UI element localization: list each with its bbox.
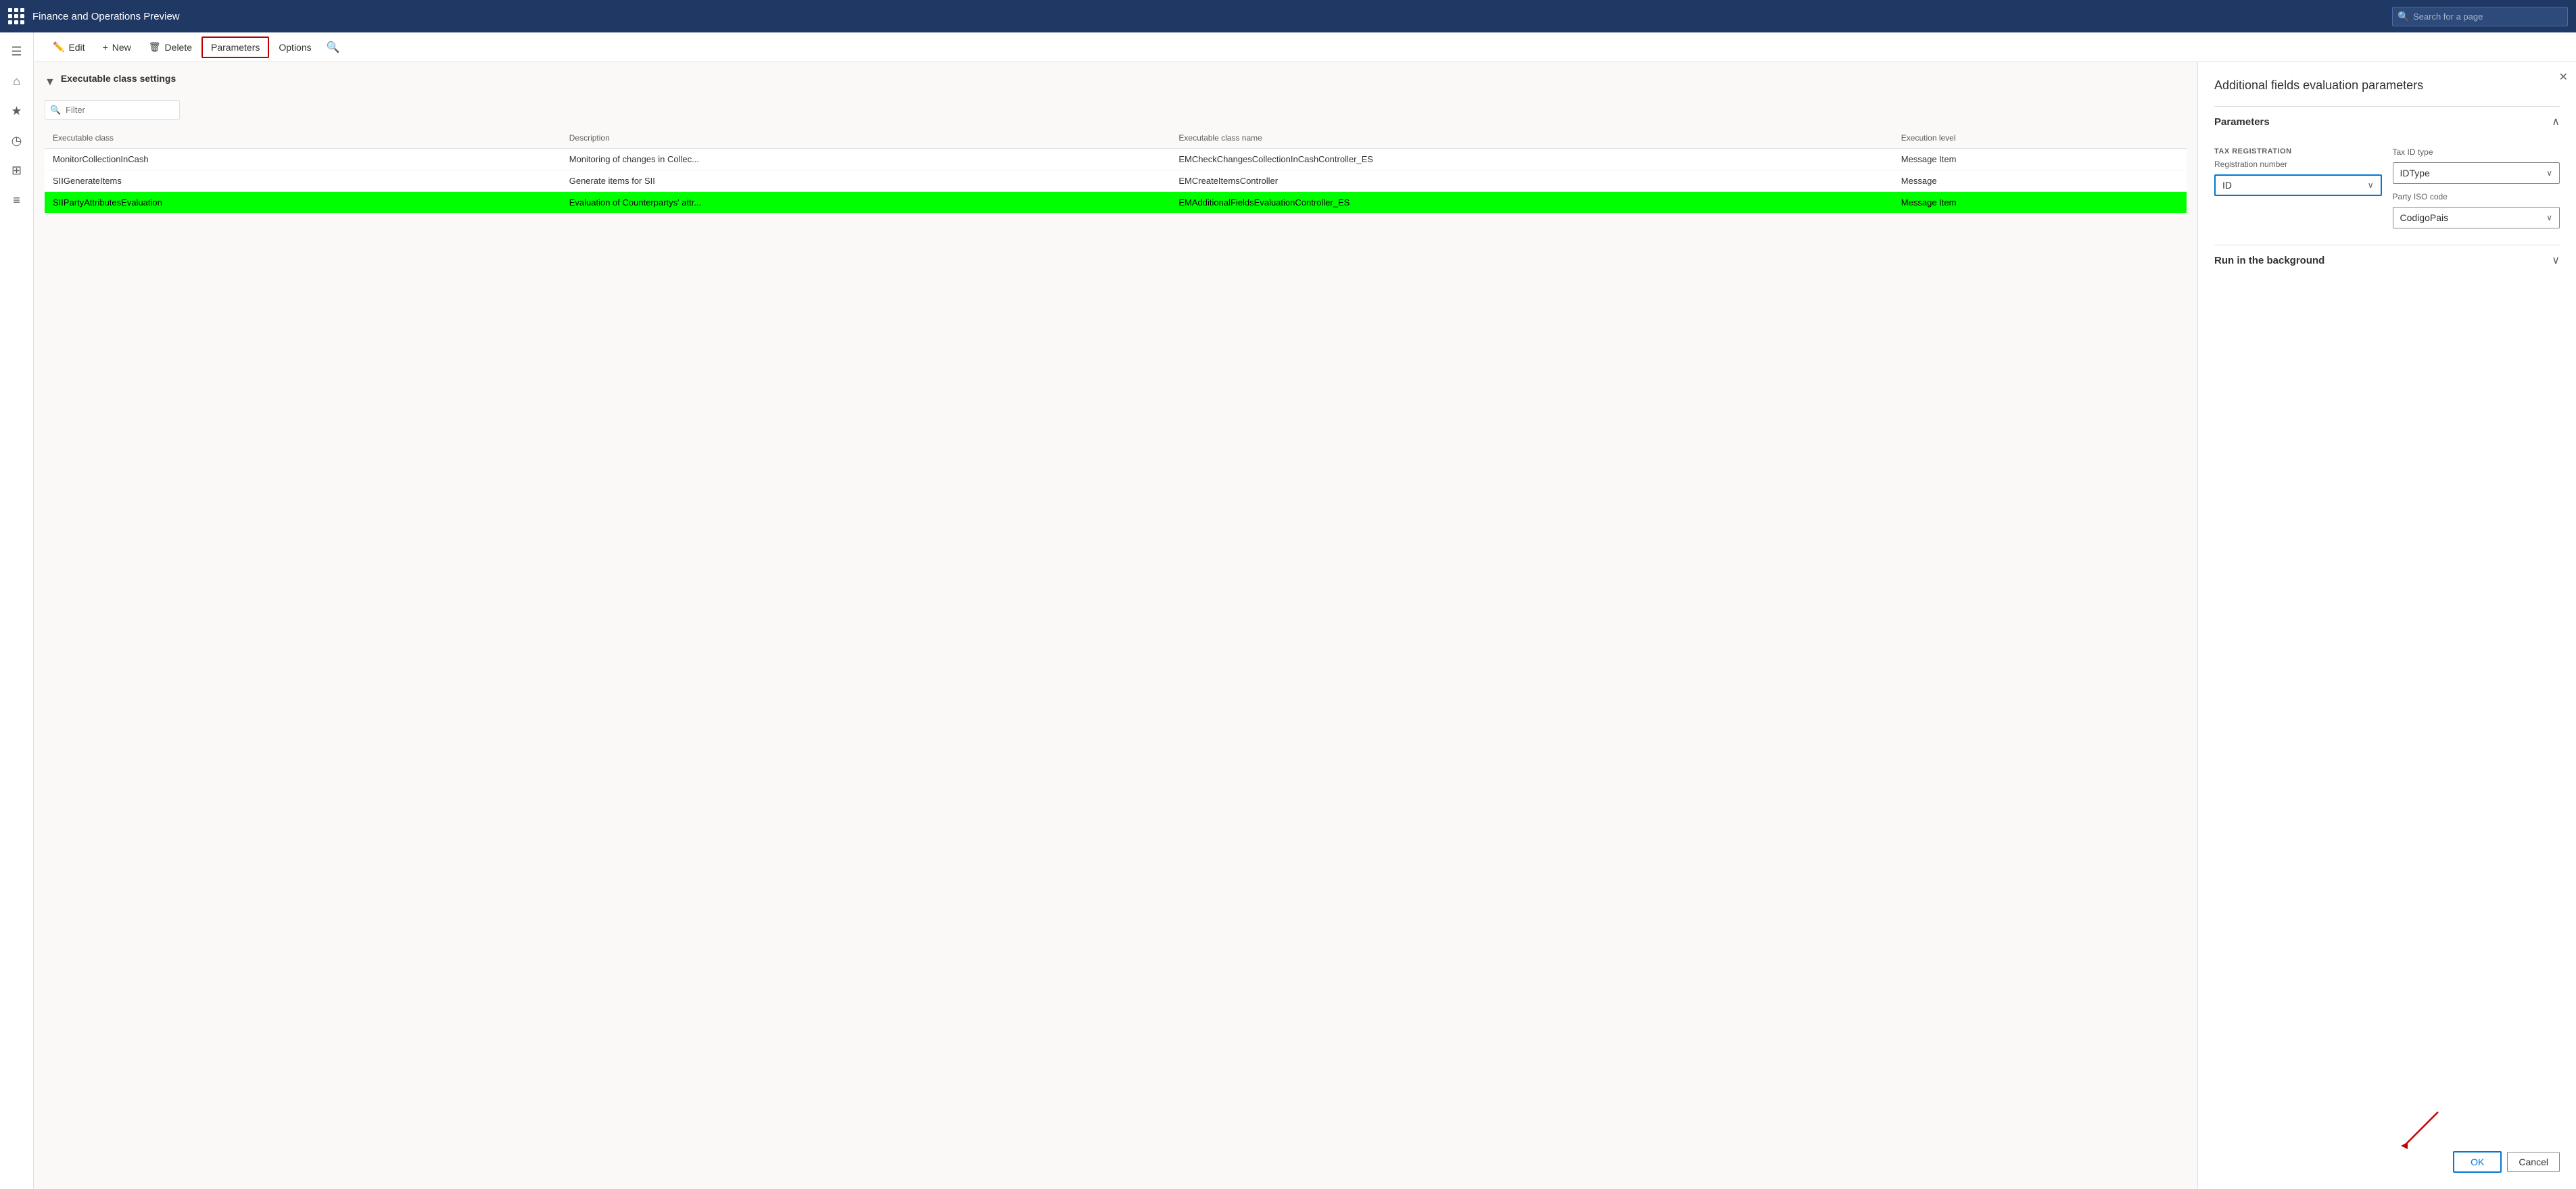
parameters-section-title: Parameters <box>2214 116 2270 128</box>
run-in-background-section[interactable]: Run in the background ∨ <box>2214 245 2560 275</box>
tax-id-type-select[interactable]: IDType ∨ <box>2393 162 2560 184</box>
filter-wrapper: 🔍 <box>45 100 180 120</box>
cancel-button[interactable]: Cancel <box>2507 1152 2560 1172</box>
cell-description: Generate items for SII <box>561 170 1171 192</box>
app-title: Finance and Operations Preview <box>32 11 2384 22</box>
sidebar-item-list[interactable]: ≡ <box>3 187 30 214</box>
tax-registration-label: TAX REGISTRATION <box>2214 147 2382 155</box>
tax-registration-group: TAX REGISTRATION Registration number ID … <box>2214 147 2382 228</box>
top-search-wrapper: 🔍 <box>2392 7 2568 26</box>
sidebar-item-favorites[interactable]: ★ <box>3 97 30 124</box>
tax-id-type-group: Tax ID type IDType ∨ <box>2393 147 2560 184</box>
delete-icon: 🗑 <box>149 41 161 53</box>
parameters-chevron-icon: ∧ <box>2552 115 2560 128</box>
run-background-title: Run in the background <box>2214 255 2324 266</box>
col-header-class: Executable class <box>45 128 561 149</box>
table-row[interactable]: SIIPartyAttributesEvaluationEvaluation o… <box>45 192 2187 214</box>
party-iso-code-group: Party ISO code CodigoPais ∨ <box>2393 192 2560 228</box>
tax-id-type-value: IDType <box>2400 168 2430 178</box>
arrow-annotation <box>2398 1112 2452 1152</box>
delete-button[interactable]: 🗑 Delete <box>141 37 200 57</box>
tax-id-type-label: Tax ID type <box>2393 147 2560 157</box>
new-button[interactable]: + New <box>95 38 139 57</box>
right-panel: ✕ Additional fields evaluation parameter… <box>2197 62 2576 1189</box>
filter-input[interactable] <box>45 100 180 120</box>
filter-search-icon: 🔍 <box>50 105 61 116</box>
edit-button[interactable]: ✏️ Edit <box>45 37 93 57</box>
parameters-section-header[interactable]: Parameters ∧ <box>2214 106 2560 137</box>
cell-execution-level: Message Item <box>1893 192 2187 214</box>
party-iso-code-label: Party ISO code <box>2393 192 2560 201</box>
close-button[interactable]: ✕ <box>2559 70 2568 84</box>
main-layout: ☰ ⌂ ★ ◷ ⊞ ≡ ✏️ Edit + New 🗑 Delete Param… <box>0 32 2576 1189</box>
party-iso-code-arrow: ∨ <box>2546 213 2552 222</box>
cell-executable-class: SIIGenerateItems <box>45 170 561 192</box>
dialog-footer: OK Cancel <box>2214 1140 2560 1173</box>
cell-execution-level: Message <box>1893 170 2187 192</box>
parameters-button[interactable]: Parameters <box>201 37 269 58</box>
table-row[interactable]: SIIGenerateItemsGenerate items for SIIEM… <box>45 170 2187 192</box>
filter-bar: 🔍 <box>45 100 2187 120</box>
party-iso-code-select[interactable]: CodigoPais ∨ <box>2393 207 2560 228</box>
cell-class-name: EMCreateItemsController <box>1170 170 1892 192</box>
cell-class-name: EMAdditionalFieldsEvaluationController_E… <box>1170 192 1892 214</box>
cell-description: Monitoring of changes in Collec... <box>561 149 1171 170</box>
party-iso-code-value: CodigoPais <box>2400 212 2449 223</box>
cell-description: Evaluation of Counterpartys' attr... <box>561 192 1171 214</box>
col-header-name: Executable class name <box>1170 128 1892 149</box>
registration-number-label: Registration number <box>2214 160 2382 169</box>
toolbar: ✏️ Edit + New 🗑 Delete Parameters Option… <box>34 32 2576 62</box>
registration-number-arrow: ∨ <box>2368 180 2374 190</box>
page-content: ▼ Executable class settings 🔍 Executable… <box>34 62 2576 1189</box>
sidebar-item-home[interactable]: ⌂ <box>3 68 30 95</box>
left-sidebar: ☰ ⌂ ★ ◷ ⊞ ≡ <box>0 32 34 1189</box>
toolbar-search-icon[interactable]: 🔍 <box>327 41 340 54</box>
col-header-level: Execution level <box>1893 128 2187 149</box>
dialog-title: Additional fields evaluation parameters <box>2214 78 2560 93</box>
sidebar-item-menu[interactable]: ☰ <box>3 38 30 65</box>
content-area: ✏️ Edit + New 🗑 Delete Parameters Option… <box>34 32 2576 1189</box>
executable-class-table: Executable class Description Executable … <box>45 128 2187 214</box>
cell-executable-class: SIIPartyAttributesEvaluation <box>45 192 561 214</box>
run-background-chevron-icon: ∨ <box>2552 253 2560 267</box>
tax-id-party-group: Tax ID type IDType ∨ Party ISO code Codi… <box>2393 147 2560 228</box>
delete-label: Delete <box>165 42 192 53</box>
new-label: New <box>112 42 131 53</box>
cell-executable-class: MonitorCollectionInCash <box>45 149 561 170</box>
section-title: Executable class settings <box>61 73 176 84</box>
registration-number-select[interactable]: ID ∨ <box>2214 174 2382 196</box>
edit-label: Edit <box>68 42 85 53</box>
params-grid: TAX REGISTRATION Registration number ID … <box>2214 147 2560 228</box>
options-button[interactable]: Options <box>270 38 319 57</box>
filter-section-icon: ▼ <box>45 76 55 89</box>
cell-class-name: EMCheckChangesCollectionInCashController… <box>1170 149 1892 170</box>
top-nav-bar: Finance and Operations Preview 🔍 <box>0 0 2576 32</box>
left-panel: ▼ Executable class settings 🔍 Executable… <box>34 62 2197 1189</box>
ok-button[interactable]: OK <box>2453 1151 2502 1173</box>
table-row[interactable]: MonitorCollectionInCashMonitoring of cha… <box>45 149 2187 170</box>
edit-icon: ✏️ <box>53 41 64 53</box>
top-search-icon: 🔍 <box>2398 11 2409 22</box>
cell-execution-level: Message Item <box>1893 149 2187 170</box>
parameters-label: Parameters <box>211 42 260 53</box>
new-icon: + <box>103 42 108 53</box>
tax-id-type-arrow: ∨ <box>2546 168 2552 178</box>
sidebar-item-recent[interactable]: ◷ <box>3 127 30 154</box>
app-grid-icon[interactable] <box>8 8 24 24</box>
sidebar-item-workspaces[interactable]: ⊞ <box>3 157 30 184</box>
options-label: Options <box>279 42 311 53</box>
top-search-input[interactable] <box>2392 7 2568 26</box>
col-header-desc: Description <box>561 128 1171 149</box>
registration-number-value: ID <box>2222 180 2232 191</box>
table-header-row: Executable class Description Executable … <box>45 128 2187 149</box>
